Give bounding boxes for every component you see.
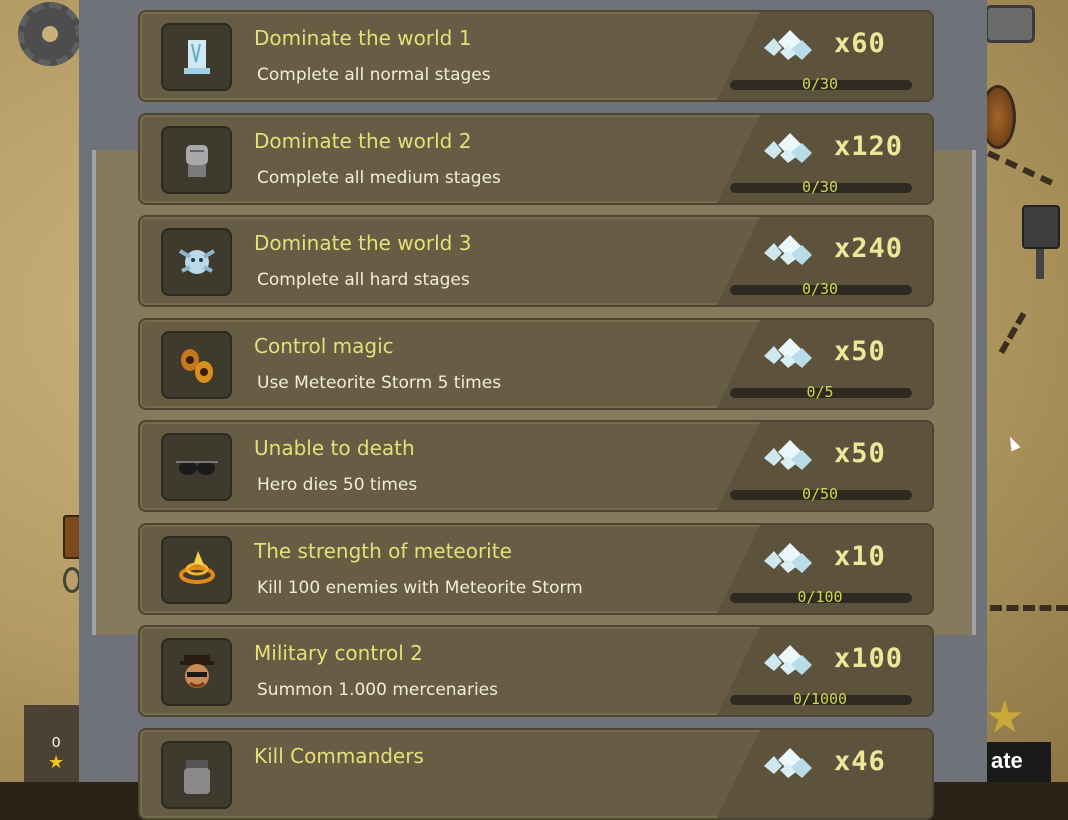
achievement-row[interactable]: Kill Commanders x46	[138, 728, 934, 820]
reward-panel: x120 0/30	[730, 127, 930, 197]
diamond-gems-icon	[760, 28, 814, 62]
diamond-gems-icon	[760, 336, 814, 370]
bandit-head-icon	[161, 638, 232, 706]
achievement-title: Kill Commanders	[254, 744, 424, 768]
achievement-row[interactable]: Dominate the world 3 Complete all hard st…	[138, 215, 934, 307]
achievement-description: Summon 1.000 mercenaries	[257, 680, 498, 700]
reward-amount: x60	[834, 28, 886, 59]
stars-count: 0	[52, 734, 61, 751]
progress-text: 0/5	[806, 383, 834, 401]
reward-panel: x50 0/50	[730, 434, 930, 504]
achievement-description: Complete all hard stages	[257, 270, 470, 290]
achievement-title: Dominate the world 1	[254, 26, 472, 50]
reward-amount: x240	[834, 233, 904, 264]
achievement-description: Complete all medium stages	[257, 168, 501, 188]
reward-amount: x50	[834, 438, 886, 469]
achievement-description: Kill 100 enemies with Meteorite Storm	[257, 578, 583, 598]
reward-panel: x10 0/100	[730, 537, 930, 607]
settings-gear-icon[interactable]	[18, 2, 82, 66]
progress-text: 0/30	[801, 178, 839, 196]
reward-amount: x10	[834, 541, 886, 572]
achievement-description: Hero dies 50 times	[257, 475, 418, 495]
achievement-description: Use Meteorite Storm 5 times	[257, 373, 502, 393]
achievement-row[interactable]: Unable to death Hero dies 50 times x50 0/50	[138, 420, 934, 512]
diamond-gems-icon	[760, 643, 814, 677]
map-path	[990, 605, 1068, 611]
achievement-title: Control magic	[254, 334, 394, 358]
jar-icon	[161, 741, 232, 809]
ice-tower-icon	[161, 23, 232, 91]
achievement-row[interactable]: Dominate the world 2 Complete all medium …	[138, 113, 934, 205]
achievement-title: Dominate the world 2	[254, 129, 472, 153]
map-tower-icon[interactable]	[1022, 205, 1060, 280]
action-button[interactable]: ate	[985, 742, 1051, 782]
achievement-description: Complete all normal stages	[257, 65, 491, 85]
progress-text: 0/30	[801, 280, 839, 298]
reward-panel: x240 0/30	[730, 229, 930, 299]
achievement-title: The strength of meteorite	[254, 539, 512, 563]
progress-text: 0/50	[801, 485, 839, 503]
meteorite-icon	[161, 331, 232, 399]
progress-text: 0/1000	[792, 690, 848, 708]
fire-swirl-icon	[161, 536, 232, 604]
achievement-title: Unable to death	[254, 436, 415, 460]
diamond-gems-icon	[760, 131, 814, 165]
achievement-row[interactable]: Control magic Use Meteorite Storm 5 times…	[138, 318, 934, 410]
achievement-row[interactable]: The strength of meteorite Kill 100 enemie…	[138, 523, 934, 615]
reward-amount: x120	[834, 131, 904, 162]
reward-amount: x46	[834, 746, 886, 777]
reward-panel: x100 0/1000	[730, 639, 930, 709]
diamond-gems-icon	[760, 438, 814, 472]
reward-amount: x50	[834, 336, 886, 367]
achievement-row[interactable]: Dominate the world 1 Complete all normal …	[138, 10, 934, 102]
progress-text: 0/30	[801, 75, 839, 93]
top-right-button[interactable]	[985, 5, 1035, 43]
frost-demon-icon	[161, 228, 232, 296]
stars-decoration-icon: ★	[985, 692, 1025, 743]
sunglasses-icon	[161, 433, 232, 501]
reward-panel: x60 0/30	[730, 24, 930, 94]
star-icon: ★	[48, 752, 65, 773]
reward-amount: x100	[834, 643, 904, 674]
diamond-gems-icon	[760, 746, 814, 780]
progress-text: 0/100	[797, 588, 843, 606]
reward-panel: x50 0/5	[730, 332, 930, 402]
stone-fist-icon	[161, 126, 232, 194]
achievement-row[interactable]: Military control 2 Summon 1.000 mercenari…	[138, 625, 934, 717]
diamond-gems-icon	[760, 233, 814, 267]
achievement-title: Dominate the world 3	[254, 231, 472, 255]
achievement-title: Military control 2	[254, 641, 423, 665]
reward-panel: x46	[760, 742, 930, 812]
diamond-gems-icon	[760, 541, 814, 575]
